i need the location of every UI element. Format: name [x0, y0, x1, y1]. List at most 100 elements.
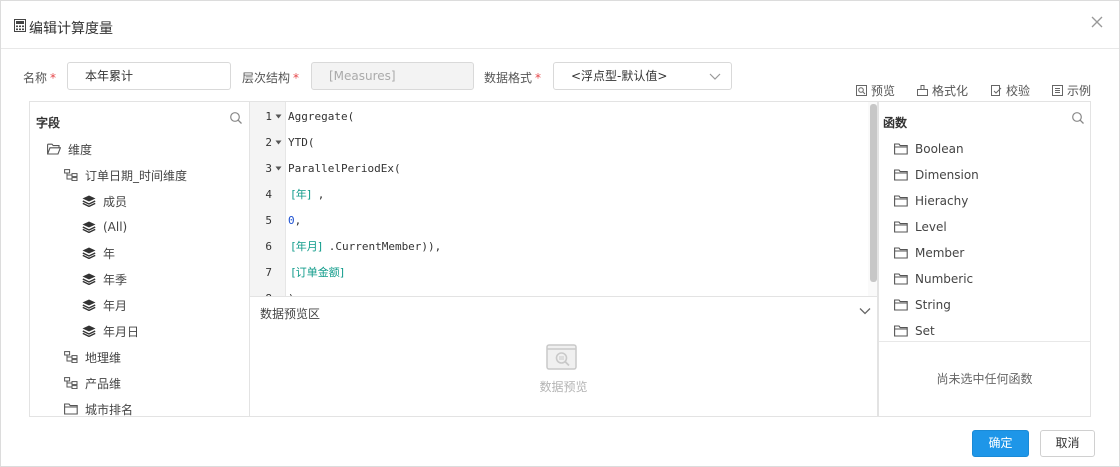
- ok-button[interactable]: 确定: [972, 430, 1029, 457]
- code-line[interactable]: ): [288, 286, 295, 296]
- preview-button[interactable]: 预览: [856, 82, 895, 98]
- field-tree-item-label: 年月日: [103, 324, 140, 339]
- code-token: ,: [294, 214, 302, 227]
- field-tree-item-label: 地理维: [85, 350, 122, 365]
- line-number-gutter: 1 2 3 4 5 6 7 8: [250, 102, 286, 296]
- code-line[interactable]: ParallelPeriodEx(: [288, 156, 401, 182]
- format-select-value: <浮点型-默认值>: [571, 69, 668, 83]
- field-tree-item[interactable]: 地理维: [64, 347, 121, 367]
- close-icon[interactable]: [1089, 14, 1105, 30]
- line-number-text: 1: [265, 110, 272, 123]
- code-line[interactable]: 0,: [288, 208, 301, 234]
- code-line[interactable]: [年] ,: [288, 182, 324, 208]
- function-category-item[interactable]: Set: [894, 321, 935, 341]
- function-category-label: Numberic: [915, 272, 974, 286]
- search-icon[interactable]: [229, 111, 243, 125]
- field-tree-item-label: (All): [103, 220, 128, 234]
- code-line[interactable]: YTD(: [288, 130, 315, 156]
- data-preview-title: 数据预览区: [260, 307, 321, 321]
- data-preview-header[interactable]: 数据预览区: [249, 297, 878, 326]
- layers-icon: [82, 247, 103, 259]
- field-tree-item[interactable]: 年月: [82, 295, 127, 315]
- functions-panel-title: 函数: [883, 116, 908, 130]
- line-number-text: 6: [265, 240, 272, 253]
- line-number-text: 2: [265, 136, 272, 149]
- hierarchy-icon: [64, 351, 85, 363]
- folder-icon: [894, 247, 915, 259]
- data-preview-empty-icon: [546, 344, 577, 370]
- function-category-item[interactable]: Member: [894, 243, 964, 263]
- name-input[interactable]: 本年累计: [67, 62, 231, 90]
- function-category-item[interactable]: Level: [894, 217, 947, 237]
- hierarchy-input: [Measures]: [311, 62, 474, 90]
- code-line[interactable]: [订单金额]: [288, 260, 344, 286]
- code-line[interactable]: Aggregate(: [288, 104, 354, 130]
- code-editor[interactable]: 1 2 3 4 5 6 7 8 Aggregate(YTD(ParallelPeriodEx(…: [249, 101, 878, 297]
- line-number-text: 4: [265, 188, 272, 201]
- function-category-item[interactable]: Hierachy: [894, 191, 968, 211]
- field-tree-item-label: 成员: [103, 194, 128, 209]
- function-category-label: Level: [915, 220, 947, 234]
- hierarchy-icon: [64, 169, 85, 181]
- function-category-item[interactable]: String: [894, 295, 951, 315]
- function-category-item[interactable]: Boolean: [894, 139, 964, 159]
- fields-panel: 字段 维度 订单日期_时间维度 成员 (All) 年年季 年月 年月日 地理维 产品维 城市排名: [29, 101, 249, 417]
- fold-arrow-icon[interactable]: [275, 166, 282, 171]
- field-tree-item-label: 订单日期_时间维度: [85, 168, 188, 183]
- layers-icon: [82, 299, 103, 311]
- field-tree-item[interactable]: 成员: [82, 191, 127, 211]
- functions-divider: [879, 341, 1090, 342]
- line-number: 6: [250, 234, 286, 260]
- field-tree-item[interactable]: 产品维: [64, 373, 121, 393]
- line-number: 8: [250, 286, 286, 296]
- layers-icon: [82, 195, 103, 207]
- field-tree-item-label: 年: [103, 246, 116, 261]
- field-tree-item[interactable]: 年月日: [82, 321, 139, 341]
- format-select[interactable]: <浮点型-默认值>: [553, 62, 732, 90]
- field-tree-item[interactable]: 订单日期_时间维度: [64, 165, 187, 185]
- example-button[interactable]: 示例: [1052, 82, 1091, 98]
- editor-scrollbar-thumb[interactable]: [870, 104, 877, 282]
- format-button[interactable]: 格式化: [917, 82, 968, 98]
- field-tree-item[interactable]: 年: [82, 243, 115, 263]
- fold-arrow-icon[interactable]: [275, 114, 282, 119]
- code-token: .CurrentMember)),: [322, 240, 442, 253]
- field-tree-item-label: 产品维: [85, 376, 122, 391]
- validate-button[interactable]: 校验: [991, 82, 1030, 98]
- field-tree-item[interactable]: 维度: [47, 139, 92, 159]
- preview-icon: [856, 84, 867, 96]
- hierarchy-icon: [64, 377, 85, 389]
- folder-icon: [64, 403, 85, 415]
- name-label: 名称 *: [23, 71, 57, 85]
- line-number: 1: [250, 104, 286, 130]
- hierarchy-label: 层次结构 *: [242, 71, 300, 85]
- function-category-label: Boolean: [915, 142, 964, 156]
- format-brush-icon: [917, 84, 928, 96]
- dialog-title: 编辑计算度量: [29, 21, 113, 37]
- cancel-button[interactable]: 取消: [1040, 430, 1095, 457]
- field-tree-item-label: 城市排名: [85, 402, 134, 417]
- code-line[interactable]: [年月] .CurrentMember)),: [288, 234, 441, 260]
- field-tree-item[interactable]: 城市排名: [64, 399, 134, 417]
- validate-icon: [991, 84, 1002, 96]
- folder-icon: [894, 195, 915, 207]
- folder-icon: [894, 169, 915, 181]
- function-category-label: Dimension: [915, 168, 979, 182]
- line-number: 3: [250, 156, 286, 182]
- line-number-text: 7: [265, 266, 272, 279]
- code-token: ParallelPeriodEx(: [288, 162, 401, 175]
- chevron-down-icon[interactable]: [859, 307, 871, 315]
- function-category-item[interactable]: Numberic: [894, 269, 973, 289]
- search-icon[interactable]: [1071, 111, 1085, 125]
- layers-icon: [82, 273, 103, 285]
- field-tree-item-label: 维度: [68, 142, 93, 157]
- code-token: Aggregate(: [288, 110, 355, 123]
- functions-panel: 函数 Boolean Dimension Hierachy Level Member Nu…: [878, 101, 1091, 417]
- folder-icon: [894, 143, 915, 155]
- code-token: YTD(: [288, 136, 315, 149]
- field-tree-item[interactable]: (All): [82, 217, 127, 237]
- field-tree-item[interactable]: 年季: [82, 269, 127, 289]
- data-preview-area: 数据预览: [249, 325, 878, 417]
- function-category-item[interactable]: Dimension: [894, 165, 979, 185]
- fold-arrow-icon[interactable]: [275, 140, 282, 145]
